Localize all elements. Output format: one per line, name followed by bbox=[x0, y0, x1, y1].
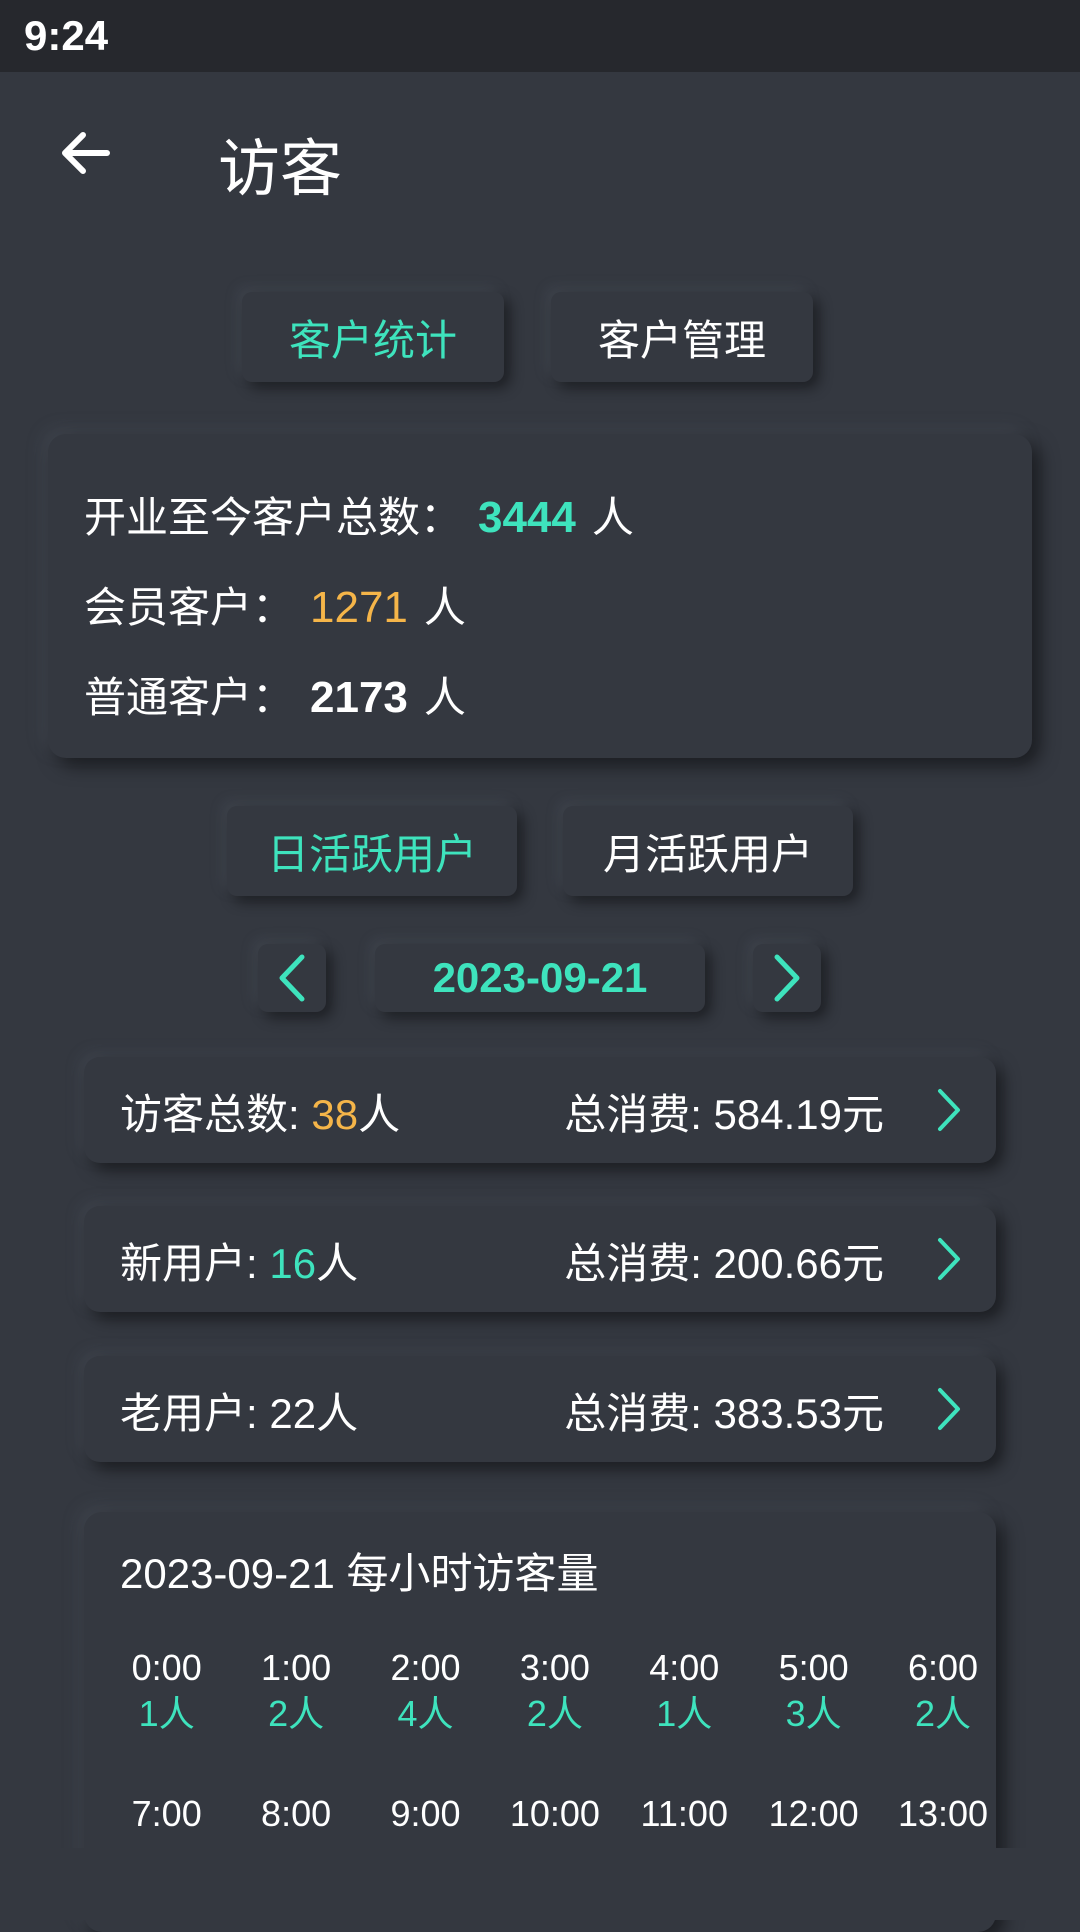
hour-count: 2人 bbox=[915, 1693, 972, 1734]
stat-left: 新用户: 16人 bbox=[120, 1230, 358, 1291]
stat-value: 16 bbox=[269, 1240, 317, 1287]
stat-unit: 人 bbox=[316, 1390, 359, 1437]
status-bar: 9:24 bbox=[0, 0, 1080, 72]
hour-time: 13:00 bbox=[897, 1793, 989, 1834]
bottom-bar bbox=[0, 1848, 1080, 1920]
regular-customers-value: 2173 bbox=[310, 673, 408, 722]
hour-count: 1人 bbox=[656, 1693, 713, 1734]
tab-daily-active[interactable]: 日活跃用户 bbox=[227, 806, 517, 896]
back-button[interactable] bbox=[50, 118, 120, 188]
hour-time: 6:00 bbox=[908, 1647, 979, 1688]
member-customers-line: 会员客户： 1271 人 bbox=[84, 574, 466, 635]
next-date-button[interactable] bbox=[753, 944, 821, 1012]
chevron-right-icon bbox=[774, 954, 800, 1002]
hour-count: 2人 bbox=[268, 1693, 325, 1734]
chevron-right-icon bbox=[938, 1089, 960, 1131]
hour-count: 2人 bbox=[526, 1693, 583, 1734]
tab-customer-stats[interactable]: 客户统计 bbox=[242, 292, 504, 382]
stat-left: 老用户: 22人 bbox=[120, 1380, 358, 1441]
total-customers-label: 开业至今客户总数： bbox=[84, 493, 463, 542]
stat-right: 总消费: 584.19元 bbox=[564, 1081, 884, 1142]
hour-cell: 0:00 1人 bbox=[102, 1646, 231, 1738]
stat-value: 22 bbox=[269, 1390, 317, 1437]
stat-label: 老用户: bbox=[120, 1390, 270, 1437]
hour-cell: 5:00 3人 bbox=[749, 1646, 878, 1738]
prev-date-button[interactable] bbox=[258, 944, 326, 1012]
stat-unit: 人 bbox=[316, 1240, 359, 1287]
hour-cell: 6:00 2人 bbox=[878, 1646, 1007, 1738]
regular-customers-line: 普通客户： 2173 人 bbox=[84, 664, 466, 725]
hour-time: 7:00 bbox=[131, 1793, 202, 1834]
spend-label: 总消费: bbox=[564, 1091, 714, 1138]
hour-count: 4人 bbox=[397, 1693, 454, 1734]
tab-customer-management[interactable]: 客户管理 bbox=[551, 292, 813, 382]
hour-time: 1:00 bbox=[261, 1647, 332, 1688]
chevron-left-icon bbox=[279, 954, 305, 1002]
hour-time: 4:00 bbox=[649, 1647, 720, 1688]
hour-time: 9:00 bbox=[390, 1793, 461, 1834]
status-time: 9:24 bbox=[24, 12, 109, 59]
stat-left: 访客总数: 38人 bbox=[120, 1081, 400, 1142]
hourly-title-suffix: 每小时访客量 bbox=[346, 1550, 599, 1597]
total-customers-unit: 人 bbox=[591, 493, 634, 542]
total-customers-value: 3444 bbox=[478, 493, 576, 542]
hour-count: 3人 bbox=[785, 1693, 842, 1734]
member-customers-unit: 人 bbox=[423, 583, 466, 632]
total-customers-line: 开业至今客户总数： 3444 人 bbox=[84, 484, 634, 545]
page-title: 访客 bbox=[218, 132, 343, 205]
stat-label: 访客总数: bbox=[120, 1091, 312, 1138]
hour-time: 5:00 bbox=[778, 1647, 849, 1688]
spend-value: 383.53元 bbox=[713, 1390, 884, 1437]
chevron-right-icon bbox=[938, 1238, 960, 1280]
tab-monthly-active[interactable]: 月活跃用户 bbox=[563, 806, 853, 896]
hourly-date: 2023-09-21 bbox=[120, 1550, 335, 1597]
hour-time: 8:00 bbox=[261, 1793, 332, 1834]
hour-time: 3:00 bbox=[519, 1647, 590, 1688]
hour-cell: 1:00 2人 bbox=[231, 1646, 360, 1738]
hour-time: 12:00 bbox=[768, 1793, 859, 1834]
spend-label: 总消费: bbox=[564, 1240, 714, 1287]
member-customers-label: 会员客户： bbox=[84, 583, 295, 632]
chevron-right-icon bbox=[938, 1388, 960, 1430]
stat-label: 新用户: bbox=[120, 1240, 270, 1287]
hour-cell: 4:00 1人 bbox=[620, 1646, 749, 1738]
hour-time: 11:00 bbox=[640, 1793, 728, 1834]
stat-unit: 人 bbox=[358, 1091, 401, 1138]
stat-right: 总消费: 200.66元 bbox=[564, 1230, 884, 1291]
date-display[interactable]: 2023-09-21 bbox=[375, 944, 705, 1012]
stat-value: 38 bbox=[311, 1091, 359, 1138]
hourly-title: 2023-09-21 每小时访客量 bbox=[120, 1540, 599, 1601]
hour-time: 2:00 bbox=[390, 1647, 461, 1688]
spend-value: 200.66元 bbox=[713, 1240, 884, 1287]
regular-customers-label: 普通客户： bbox=[84, 673, 295, 722]
stat-row-total-visitors[interactable]: 访客总数: 38人 总消费: 584.19元 bbox=[84, 1057, 996, 1163]
hour-count: 1人 bbox=[138, 1693, 195, 1734]
stat-row-returning-users[interactable]: 老用户: 22人 总消费: 383.53元 bbox=[84, 1356, 996, 1462]
spend-label: 总消费: bbox=[564, 1390, 714, 1437]
hour-time: 10:00 bbox=[509, 1793, 600, 1834]
hour-time: 0:00 bbox=[131, 1647, 202, 1688]
stat-row-new-users[interactable]: 新用户: 16人 总消费: 200.66元 bbox=[84, 1206, 996, 1312]
stat-right: 总消费: 383.53元 bbox=[564, 1380, 884, 1441]
arrow-left-icon bbox=[62, 132, 110, 174]
customer-summary-card: 开业至今客户总数： 3444 人 会员客户： 1271 人 普通客户： 2173… bbox=[48, 434, 1032, 758]
spend-value: 584.19元 bbox=[713, 1091, 884, 1138]
regular-customers-unit: 人 bbox=[423, 673, 466, 722]
hour-cell: 2:00 4人 bbox=[361, 1646, 490, 1738]
member-customers-value: 1271 bbox=[310, 583, 408, 632]
hour-cell: 3:00 2人 bbox=[490, 1646, 619, 1738]
